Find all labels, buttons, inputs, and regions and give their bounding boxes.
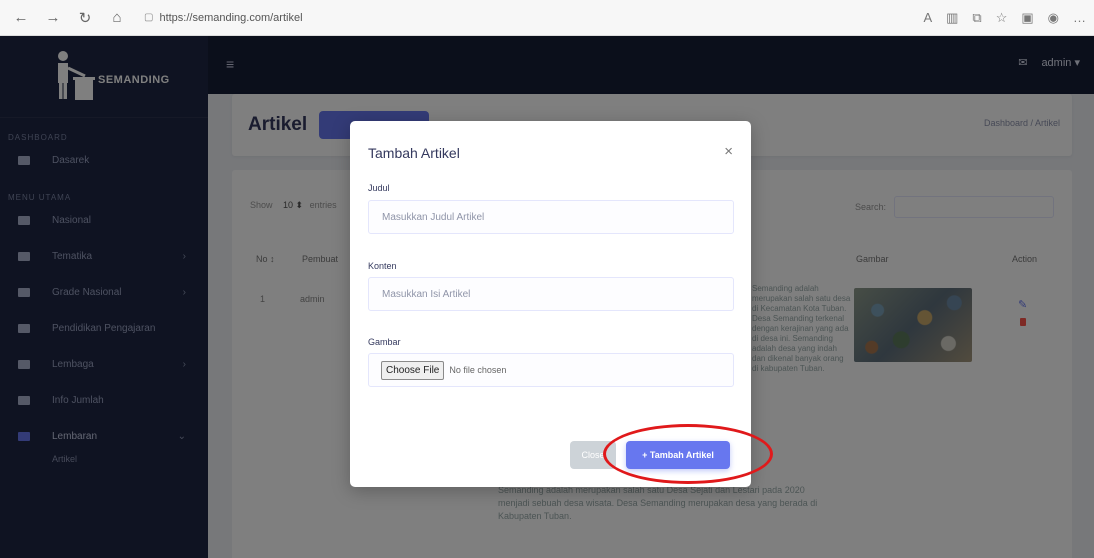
close-icon[interactable]: × bbox=[724, 143, 733, 160]
page-icon: ▢ bbox=[144, 12, 154, 23]
file-status: No file chosen bbox=[449, 365, 507, 375]
home-icon[interactable]: ⌂ bbox=[104, 5, 130, 31]
profile-icon[interactable]: ◉ bbox=[1048, 10, 1059, 26]
browser-actions: A ▥ ⧉ ☆ ▣ ◉ … bbox=[923, 10, 1086, 26]
konten-label: Konten bbox=[368, 261, 397, 271]
collections-icon[interactable]: ▣ bbox=[1021, 10, 1033, 26]
favorites-icon[interactable]: ☆ bbox=[996, 10, 1008, 26]
konten-input[interactable]: Masukkan Isi Artikel bbox=[368, 277, 734, 311]
judul-label: Judul bbox=[368, 183, 390, 193]
modal-title: Tambah Artikel bbox=[368, 145, 460, 161]
read-aloud-icon[interactable]: A bbox=[923, 10, 932, 25]
extensions-icon[interactable]: ⧉ bbox=[972, 10, 981, 26]
judul-input[interactable]: Masukkan Judul Artikel bbox=[368, 200, 734, 234]
forward-icon[interactable]: → bbox=[40, 5, 66, 31]
url-text: https://semanding.com/artikel bbox=[159, 11, 303, 24]
reload-icon[interactable]: ↻ bbox=[72, 5, 98, 31]
browser-toolbar: ← → ↻ ⌂ ▢ https://semanding.com/artikel … bbox=[0, 0, 1094, 36]
gambar-label: Gambar bbox=[368, 337, 401, 347]
address-bar[interactable]: ▢ https://semanding.com/artikel bbox=[144, 6, 704, 30]
choose-file-button[interactable]: Choose File bbox=[381, 360, 445, 380]
back-icon[interactable]: ← bbox=[8, 5, 34, 31]
highlight-annotation bbox=[603, 424, 773, 484]
immersive-reader-icon[interactable]: ▥ bbox=[946, 10, 958, 26]
more-icon[interactable]: … bbox=[1073, 10, 1086, 25]
gambar-file-input[interactable]: Choose File No file chosen bbox=[368, 353, 734, 387]
